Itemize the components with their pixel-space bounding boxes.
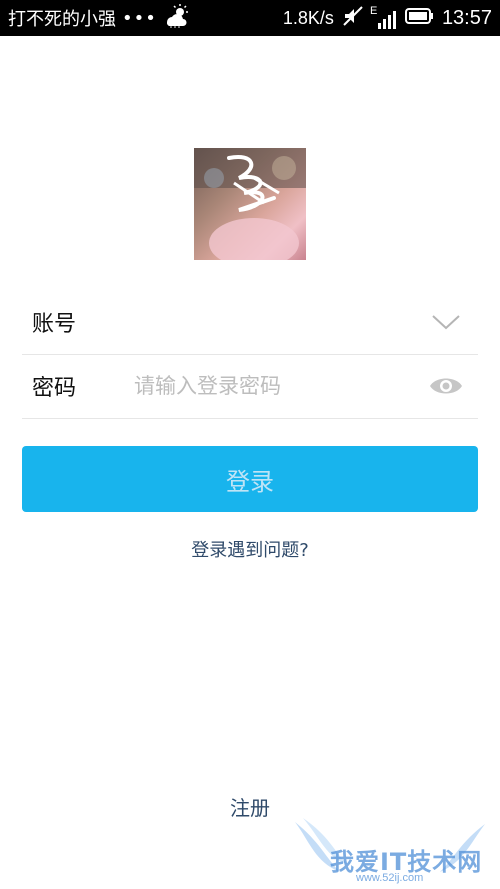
login-button[interactable]: 登录 [22, 446, 478, 512]
avatar[interactable] [194, 148, 306, 260]
signal-icon: E [369, 5, 396, 29]
carrier-text: 打不死的小强 [8, 9, 116, 30]
account-row: 账号 [22, 290, 478, 355]
status-left: 打不死的小强 ••• [0, 3, 189, 33]
mute-icon [342, 5, 364, 32]
eye-icon[interactable] [424, 370, 468, 402]
battery-icon [404, 7, 434, 30]
account-label: 账号 [32, 312, 77, 337]
password-input[interactable] [134, 374, 424, 398]
password-row: 密码 [22, 354, 478, 419]
status-bar: 打不死的小强 ••• 1.8K/s E 13:57 [0, 0, 500, 36]
status-right: 1.8K/s E 13:57 [283, 5, 500, 32]
network-speed: 1.8K/s [282, 7, 334, 28]
password-label: 密码 [32, 376, 77, 401]
clock: 13:57 [441, 6, 492, 29]
weather-cloud-sun-icon [163, 3, 189, 33]
login-problem-link[interactable]: 登录遇到问题? [0, 536, 500, 562]
watermark-url: www.52ij.com [356, 872, 424, 884]
account-input[interactable] [134, 310, 424, 334]
network-type: E [369, 5, 378, 17]
notification-dots: ••• [122, 7, 157, 29]
chevron-down-icon[interactable] [424, 306, 468, 338]
